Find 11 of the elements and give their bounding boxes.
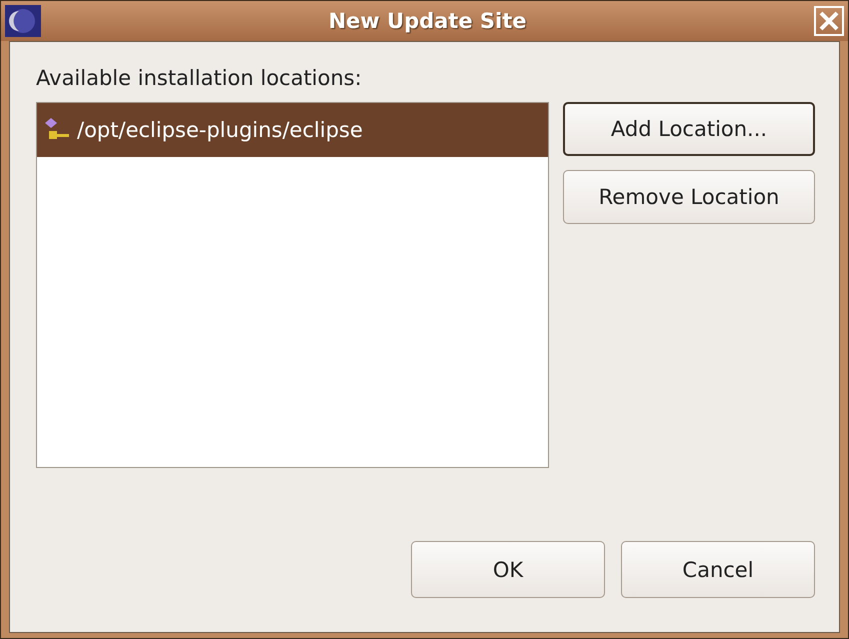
cancel-button[interactable]: Cancel xyxy=(621,541,815,598)
ok-button[interactable]: OK xyxy=(411,541,605,598)
location-path: /opt/eclipse-plugins/eclipse xyxy=(77,118,363,142)
eclipse-icon xyxy=(5,5,41,37)
location-item[interactable]: /opt/eclipse-plugins/eclipse xyxy=(37,103,548,157)
close-icon[interactable] xyxy=(814,6,844,36)
list-label: Available installation locations: xyxy=(36,66,362,90)
add-location-button[interactable]: Add Location... xyxy=(563,102,815,156)
window-title: New Update Site xyxy=(327,9,528,33)
remove-location-button[interactable]: Remove Location xyxy=(563,170,815,224)
location-list[interactable]: /opt/eclipse-plugins/eclipse xyxy=(36,102,549,468)
